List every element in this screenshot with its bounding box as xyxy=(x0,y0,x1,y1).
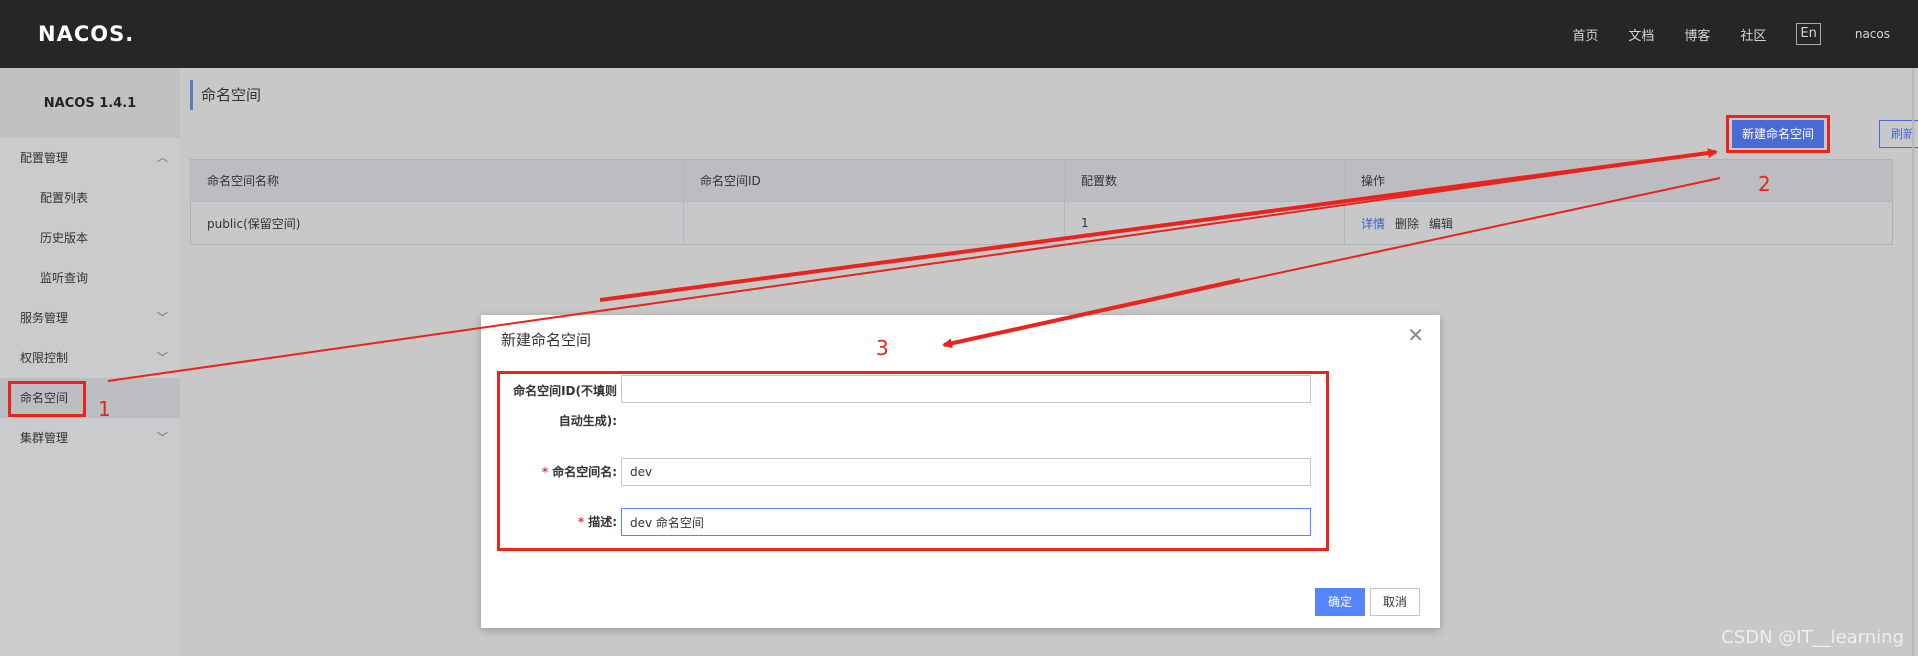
arrow-to-new-button-thick xyxy=(599,150,1717,302)
arrow-to-new-button xyxy=(107,148,1718,382)
arrow-to-dialog-thick xyxy=(943,278,1241,347)
watermark: CSDN @IT__learning xyxy=(1721,627,1904,648)
scrollbar[interactable] xyxy=(1912,68,1914,656)
annotation-arrows xyxy=(107,148,1721,382)
